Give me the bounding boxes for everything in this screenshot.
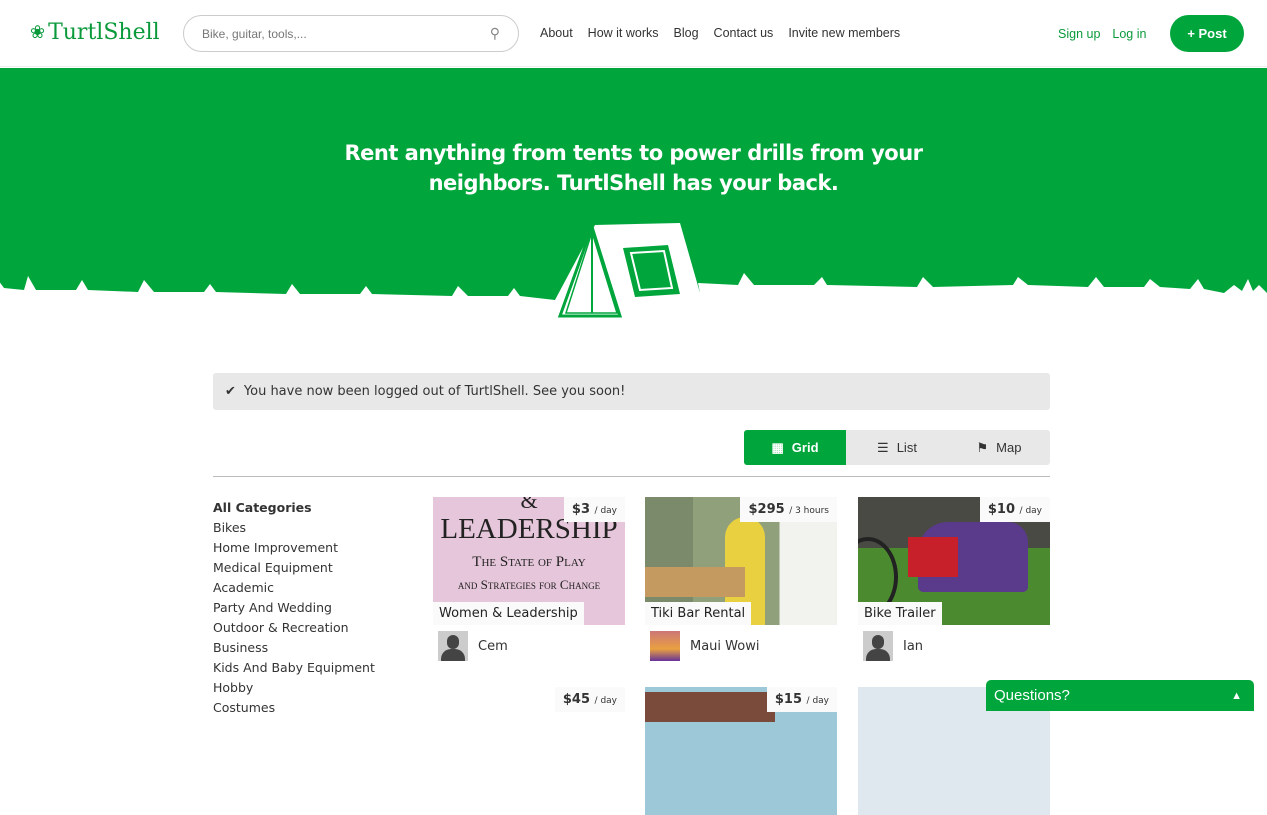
post-button[interactable]: + Post (1170, 15, 1244, 52)
checkmark-icon: ✔ (225, 384, 236, 399)
listing-card[interactable]: $295 / 3 hours Tiki Bar Rental Maui Wowi (645, 497, 837, 661)
category-item[interactable]: Home Improvement (213, 538, 375, 558)
signup-link[interactable]: Sign up (1058, 27, 1100, 41)
category-item[interactable]: Bikes (213, 518, 375, 538)
search-icon[interactable]: ⚲ (490, 25, 500, 42)
category-item[interactable]: Medical Equipment (213, 558, 375, 578)
divider (213, 476, 1050, 477)
view-grid-button[interactable]: ▦ Grid (744, 430, 846, 465)
listing-title[interactable]: Women & Leadership (433, 602, 584, 625)
listing-card[interactable]: $45 / day (433, 687, 625, 815)
category-item[interactable]: Academic (213, 578, 375, 598)
listing-image[interactable]: & LEADERSHIP The State of Play and Strat… (433, 497, 625, 625)
listing-image[interactable]: $10 / day Bike Trailer (858, 497, 1050, 625)
category-item[interactable]: Kids And Baby Equipment (213, 658, 375, 678)
listing-image[interactable]: $295 / 3 hours Tiki Bar Rental (645, 497, 837, 625)
avatar[interactable] (863, 631, 893, 661)
grid-icon: ▦ (771, 439, 784, 455)
price-tag: $45 / day (554, 687, 625, 712)
category-item[interactable]: Costumes (213, 698, 375, 718)
questions-chat-widget[interactable]: Questions? ▲ (986, 680, 1254, 711)
view-toggle: ▦ Grid ☰ List ⚑ Map (744, 430, 1050, 465)
hero-headline-1: Rent anything from tents to power drills… (344, 141, 923, 165)
map-icon: ⚑ (976, 439, 989, 455)
price-tag: $15 / day (766, 687, 837, 712)
hero-banner: Rent anything from tents to power drills… (0, 68, 1267, 318)
listing-title[interactable]: Tiki Bar Rental (645, 602, 752, 625)
price-tag: $295 / 3 hours (740, 497, 837, 522)
login-link[interactable]: Log in (1112, 27, 1146, 41)
hero-headline-2: neighbors. TurtlShell has your back. (428, 171, 839, 195)
nav-blog[interactable]: Blog (674, 26, 699, 40)
category-item[interactable]: Business (213, 638, 375, 658)
price-tag: $10 / day (979, 497, 1050, 522)
owner-name[interactable]: Ian (903, 639, 923, 654)
view-map-button[interactable]: ⚑ Map (948, 430, 1050, 465)
owner-name[interactable]: Cem (478, 639, 508, 654)
search-input[interactable]: Bike, guitar, tools,... ⚲ (183, 15, 519, 52)
category-item[interactable]: Party And Wedding (213, 598, 375, 618)
nav-how-it-works[interactable]: How it works (588, 26, 659, 40)
logo[interactable]: ❀ TurtlShell (30, 20, 160, 45)
list-icon: ☰ (877, 439, 889, 455)
category-item[interactable]: Hobby (213, 678, 375, 698)
avatar[interactable] (438, 631, 468, 661)
listing-image[interactable]: $15 / day (645, 687, 837, 815)
turtle-logo-icon: ❀ (30, 22, 46, 43)
nav-contact[interactable]: Contact us (714, 26, 774, 40)
view-list-button[interactable]: ☰ List (846, 430, 948, 465)
category-item[interactable]: Outdoor & Recreation (213, 618, 375, 638)
listing-card[interactable]: $10 / day Bike Trailer Ian (858, 497, 1050, 661)
category-all[interactable]: All Categories (213, 498, 375, 518)
nav-about[interactable]: About (540, 26, 573, 40)
header: ❀ TurtlShell Bike, guitar, tools,... ⚲ A… (0, 0, 1267, 67)
main-nav: About How it works Blog Contact us Invit… (540, 26, 900, 40)
price-tag: $3 / day (563, 497, 625, 522)
chevron-up-icon[interactable]: ▲ (1231, 690, 1242, 702)
avatar[interactable] (650, 631, 680, 661)
logout-notice: ✔ You have now been logged out of TurtlS… (213, 373, 1050, 410)
owner-name[interactable]: Maui Wowi (690, 639, 759, 654)
listing-card[interactable]: $15 / day (645, 687, 837, 815)
listing-title[interactable]: Bike Trailer (858, 602, 942, 625)
category-list: All Categories Bikes Home Improvement Me… (213, 498, 375, 718)
nav-invite[interactable]: Invite new members (788, 26, 900, 40)
listing-card[interactable]: & LEADERSHIP The State of Play and Strat… (433, 497, 625, 661)
listing-image[interactable]: $45 / day (433, 687, 625, 815)
